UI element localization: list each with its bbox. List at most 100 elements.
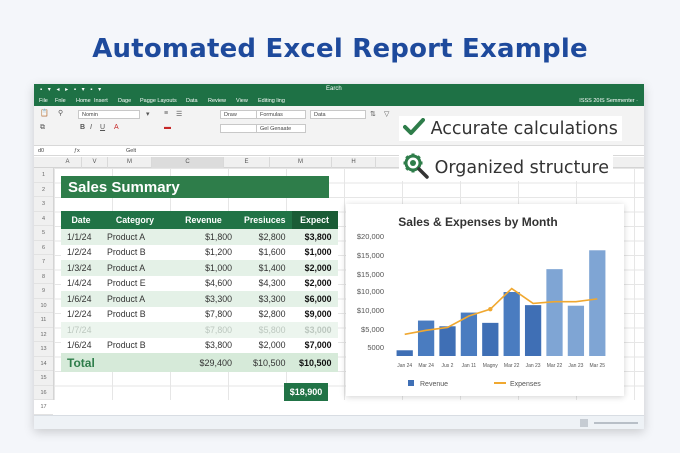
cell-presiuces[interactable]: $1,600 [238,244,292,260]
filter-icon[interactable]: ▽ [384,110,389,118]
revenue-bar[interactable] [589,250,606,356]
formula-input[interactable]: Gelt [126,148,136,154]
align-center-icon[interactable]: ☰ [176,110,182,118]
cell-revenue[interactable]: $7,800 [169,306,238,322]
cell-date[interactable]: 1/4/24 [61,275,101,291]
total-label[interactable]: Total [61,353,169,372]
total-presiuces[interactable]: $10,500 [238,353,292,372]
grand-total-cell[interactable]: $18,900 [284,383,328,401]
total-expect[interactable]: $10,500 [291,353,338,372]
column-header[interactable]: C [152,157,224,168]
header-presiuces[interactable]: Presiuces [238,211,292,229]
menu-item-7[interactable]: Review [208,98,226,104]
cell-expect[interactable]: $7,000 [291,337,338,353]
menu-item-6[interactable]: Data [186,98,198,104]
sort-icon[interactable]: ⇅ [370,110,376,118]
format-painter-icon[interactable]: ⚲ [58,109,63,117]
cell-expect[interactable]: $6,000 [291,291,338,307]
cell-date[interactable]: 1/7/24 [61,322,101,338]
cell-presiuces[interactable]: $5,800 [238,322,292,338]
row-header[interactable]: 7 [34,255,53,270]
cell-category[interactable] [101,322,169,338]
menu-item-2[interactable]: Home [76,98,91,104]
cell-date[interactable]: 1/3/24 [61,260,101,276]
name-box[interactable]: d0 [38,148,44,154]
cell-presiuces[interactable]: $2,000 [238,337,292,353]
row-header[interactable]: 15 [34,371,53,386]
font-color-icon[interactable]: A [114,124,119,131]
cell-presiuces[interactable]: $1,400 [238,260,292,276]
general-button[interactable]: Gel Genaate [256,124,306,133]
revenue-bar[interactable] [482,322,499,356]
row-header[interactable]: 17 [34,400,53,415]
cell-category[interactable]: Product A [101,229,169,245]
cell-revenue[interactable]: $4,600 [169,275,238,291]
sales-expenses-chart[interactable]: Sales & Expenses by Month $20,000 $15,000… [346,204,624,396]
cell-expect[interactable]: $1,000 [291,244,338,260]
paste-icon[interactable]: 📋 [40,109,49,117]
column-header[interactable]: E [224,157,270,168]
cell-expect[interactable]: $3,800 [291,229,338,245]
menu-item-5[interactable]: Pagge Layouts [140,98,177,104]
menu-item-0[interactable]: File [39,98,48,104]
cell-category[interactable]: Product B [101,337,169,353]
copy-icon[interactable]: ⧉ [40,124,45,132]
header-date[interactable]: Date [61,211,101,229]
row-header[interactable]: 9 [34,284,53,299]
cell-presiuces[interactable]: $4,300 [238,275,292,291]
cell-date[interactable]: 1/2/24 [61,244,101,260]
font-size-select[interactable]: ▾ [146,110,150,118]
cell-presiuces[interactable]: $2,800 [238,229,292,245]
menu-item-8[interactable]: View [236,98,248,104]
fill-color-icon[interactable]: ▬ [164,124,171,131]
column-header[interactable]: A [54,157,82,168]
cell-expect[interactable]: $2,000 [291,275,338,291]
row-header[interactable]: 5 [34,226,53,241]
revenue-bar[interactable] [567,305,585,356]
header-expect[interactable]: Expect [291,211,338,229]
quick-access-toolbar[interactable]: ▪ ▾ ◂ ▸ ▪ ▾ ▪ ▾ [40,86,103,93]
cell-date[interactable]: 1/6/24 [61,291,101,307]
column-header[interactable]: M [108,157,152,168]
cell-date[interactable]: 1/2/24 [61,306,101,322]
expenses-point[interactable] [488,306,493,312]
menu-item-9[interactable]: Editing ling [258,98,285,104]
row-header[interactable]: 12 [34,328,53,342]
cell-date[interactable]: 1/6/24 [61,337,101,353]
row-header[interactable]: 1 [34,168,53,183]
cell-presiuces[interactable]: $3,300 [238,291,292,307]
cell-revenue[interactable]: $3,800 [169,337,238,353]
cell-revenue[interactable]: $7,800 [169,322,238,338]
cell-expect[interactable]: $3,000 [291,322,338,338]
cell-category[interactable]: Product E [101,275,169,291]
revenue-bar[interactable] [546,269,563,356]
formulas-button[interactable]: Formulas [256,110,306,119]
revenue-bar[interactable] [439,326,456,356]
row-header[interactable]: 10 [34,299,53,313]
column-header[interactable]: V [82,157,108,168]
cell-revenue[interactable]: $3,300 [169,291,238,307]
italic-icon[interactable]: I [90,124,92,131]
menu-item-3[interactable]: Insert [94,98,108,104]
cell-revenue[interactable]: $1,800 [169,229,238,245]
cell-category[interactable]: Product A [101,291,169,307]
cell-expect[interactable]: $9,000 [291,306,338,322]
page-view-icon[interactable] [580,419,588,427]
cell-category[interactable]: Product B [101,306,169,322]
cell-presiuces[interactable]: $2,800 [238,306,292,322]
row-header[interactable]: 4 [34,212,53,226]
cell-category[interactable]: Product B [101,244,169,260]
row-header[interactable]: 11 [34,313,53,328]
header-category[interactable]: Category [101,211,169,229]
row-header[interactable]: 13 [34,342,53,357]
menu-item-4[interactable]: Dage [118,98,131,104]
row-header[interactable]: 14 [34,357,53,371]
row-header[interactable]: 3 [34,197,53,212]
cell-date[interactable]: 1/1/24 [61,229,101,245]
align-left-icon[interactable]: ≡ [164,110,168,117]
bold-icon[interactable]: B [80,124,85,131]
header-revenue[interactable]: Revenue [169,211,238,229]
row-header[interactable]: 6 [34,241,53,255]
cell-revenue[interactable]: $1,200 [169,244,238,260]
row-header[interactable]: 16 [34,386,53,400]
